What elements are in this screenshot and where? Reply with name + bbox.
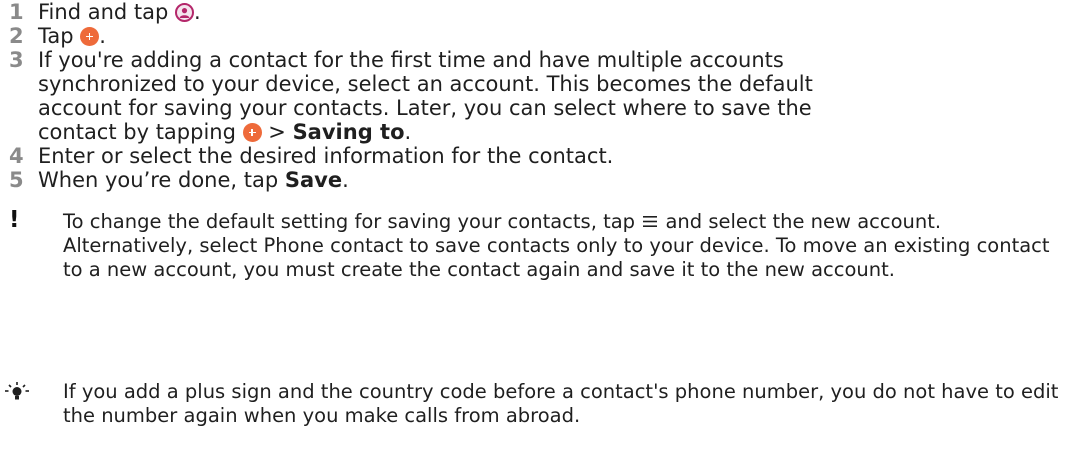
step-text-end: .: [99, 24, 106, 48]
lightbulb-icon: [5, 382, 29, 400]
step-4: 4 Enter or select the desired informatio…: [0, 144, 1067, 168]
add-contact-icon: [80, 27, 100, 46]
contacts-app-icon: [175, 3, 194, 22]
step-text: Find and tap: [38, 0, 175, 24]
add-contact-icon: [242, 123, 262, 142]
tip-text: If you add a plus sign and the country c…: [63, 380, 1059, 427]
step-number: 3: [9, 48, 24, 72]
step-2: 2 Tap .: [0, 24, 1067, 48]
step-text-end: .: [404, 120, 412, 144]
step-text: Tap: [38, 24, 81, 48]
step-text: If you're adding a contact for the first…: [38, 48, 813, 144]
step-number: 4: [9, 144, 24, 168]
step-number: 2: [9, 24, 24, 48]
step-text: When you’re done, tap: [38, 168, 285, 192]
step-text: Enter or select the desired information …: [38, 144, 614, 168]
step-text-end: .: [342, 168, 349, 192]
step-text-end: .: [194, 0, 201, 24]
exclamation-icon: !: [9, 207, 20, 233]
saving-to-label: Saving to: [292, 120, 405, 144]
step-3: 3 If you're adding a contact for the fir…: [0, 48, 856, 144]
save-label: Save: [284, 168, 343, 192]
step-5: 5 When you’re done, tap Save.: [0, 168, 1067, 192]
step-separator: >: [261, 120, 293, 144]
step-number: 5: [9, 168, 24, 192]
note-text: To change the default setting for saving…: [63, 210, 642, 233]
step-number: 1: [9, 0, 24, 24]
menu-icon: [643, 216, 658, 227]
step-1: 1 Find and tap .: [0, 0, 1067, 24]
